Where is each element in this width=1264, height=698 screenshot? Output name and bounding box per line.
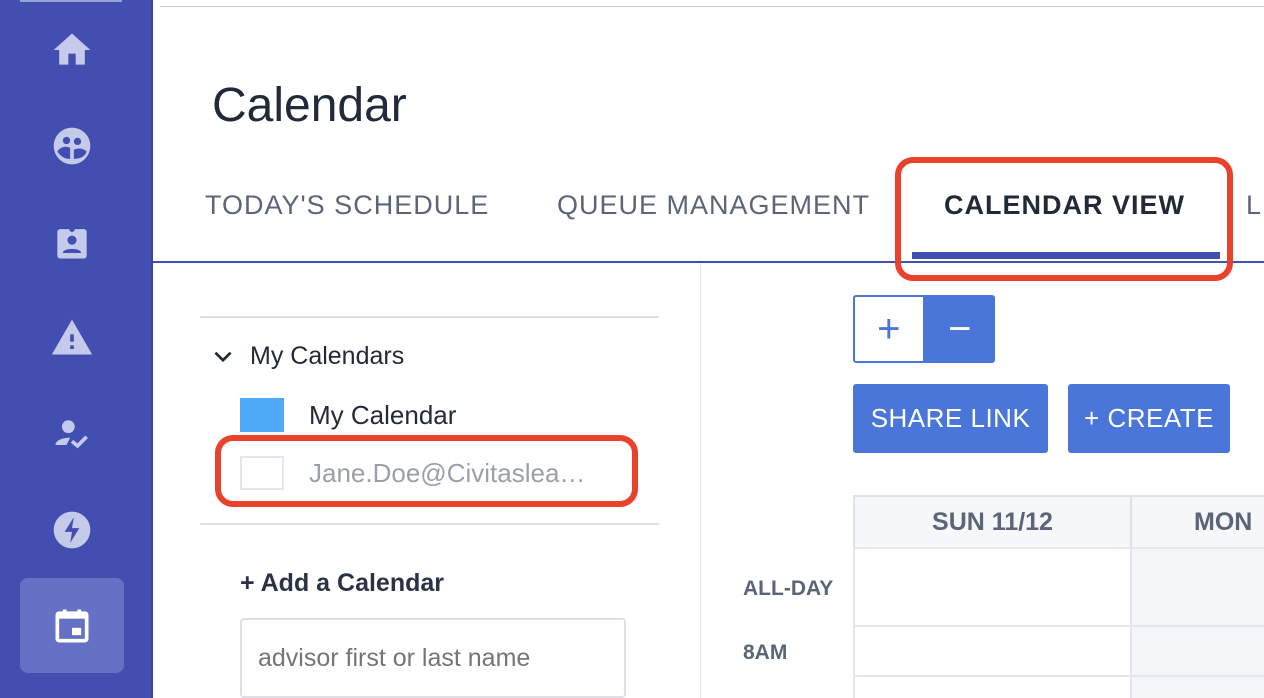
panel-divider [700, 263, 701, 698]
chevron-down-icon [214, 351, 232, 362]
home-icon [53, 33, 91, 65]
calendar-cell[interactable] [853, 675, 1132, 698]
advisor-search-input[interactable] [240, 618, 626, 698]
calendar-cell[interactable] [1130, 675, 1264, 698]
row-label: ALL-DAY [743, 577, 834, 600]
tab-queue-management[interactable]: QUEUE MANAGEMENT [557, 190, 870, 221]
sidebar-item-alerts[interactable] [20, 290, 124, 385]
my-calendars-toggle[interactable]: My Calendars [210, 342, 404, 371]
sidebar [0, 0, 153, 698]
divider [200, 523, 659, 525]
tab-partial[interactable]: L [1246, 190, 1262, 221]
groups-icon [53, 127, 91, 164]
highlight-annotation [215, 435, 638, 507]
column-header: SUN 11/12 [853, 495, 1132, 549]
column-header: MON [1130, 495, 1264, 549]
sidebar-item-check-in[interactable] [20, 386, 124, 481]
calendar-cell[interactable] [1130, 547, 1264, 627]
calendar-cell[interactable] [853, 625, 1132, 677]
row-label: 8AM [743, 641, 788, 664]
highlight-annotation [895, 157, 1233, 281]
calendar-label: My Calendar [309, 400, 457, 430]
calendar-icon [55, 609, 89, 642]
sidebar-item-quick[interactable] [20, 482, 124, 577]
calendar-cell[interactable] [853, 547, 1132, 627]
sidebar-item-calendar[interactable] [20, 578, 124, 673]
zoom-out-button[interactable]: − [925, 295, 995, 363]
sidebar-item-groups[interactable] [20, 98, 124, 193]
add-calendar-label: + Add a Calendar [240, 569, 444, 597]
sidebar-item-badge[interactable] [20, 194, 124, 289]
calendar-checkbox-my-calendar[interactable] [240, 398, 284, 432]
person-check-icon [55, 419, 88, 448]
tab-todays-schedule[interactable]: TODAY'S SCHEDULE [205, 190, 489, 221]
badge-icon [57, 225, 87, 258]
calendar-cell[interactable] [1130, 625, 1264, 677]
page-title: Calendar [212, 79, 407, 132]
sidebar-item-home[interactable] [20, 2, 124, 97]
share-link-button[interactable]: SHARE LINK [853, 384, 1048, 453]
top-divider [160, 6, 1264, 7]
divider [200, 316, 659, 318]
my-calendars-heading: My Calendars [250, 342, 405, 370]
lightning-icon [53, 511, 91, 548]
create-button[interactable]: + CREATE [1068, 384, 1230, 453]
warning-icon [51, 319, 93, 354]
zoom-in-button[interactable]: + [853, 295, 925, 363]
